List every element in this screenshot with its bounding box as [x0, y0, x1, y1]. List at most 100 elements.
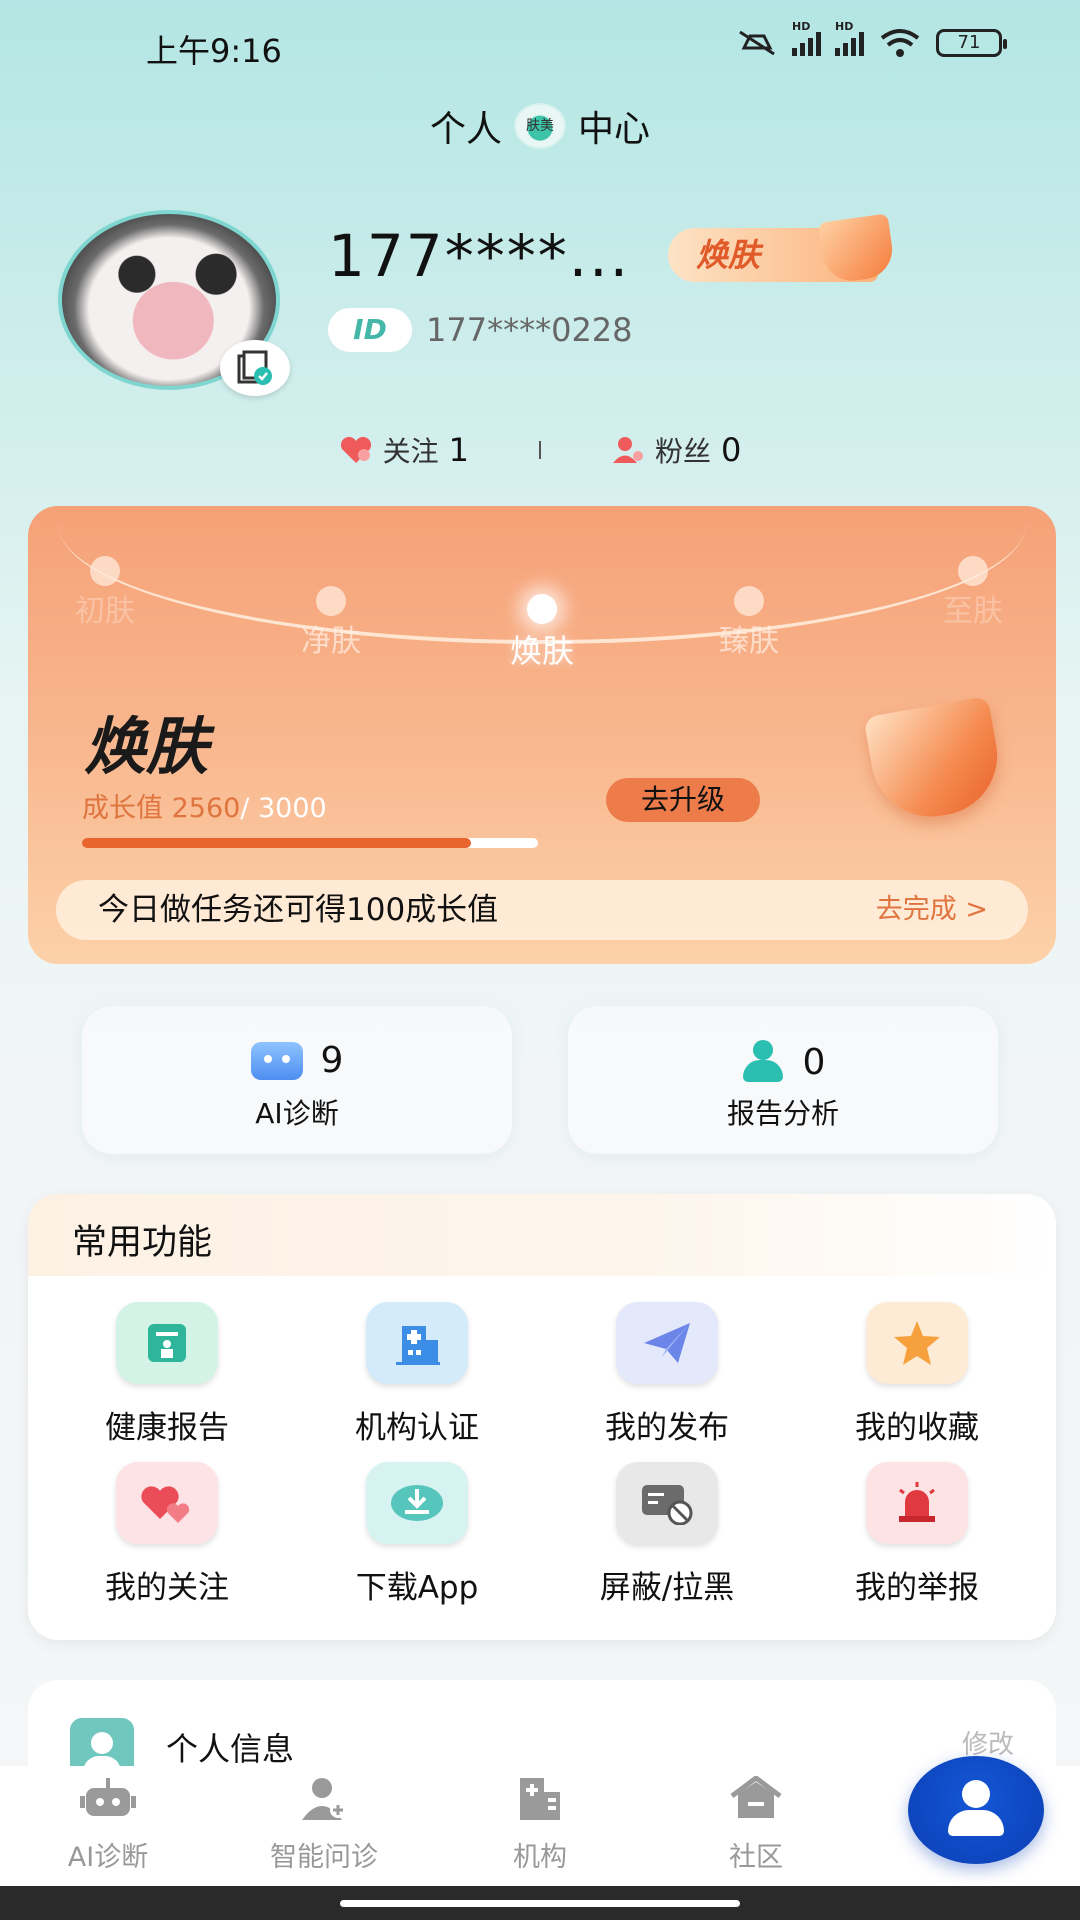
function-institution-cert[interactable]: 机构认证	[292, 1302, 542, 1447]
level-tag[interactable]: 焕肤	[668, 213, 896, 285]
id-label: ID	[328, 308, 412, 352]
functions-title: 常用功能	[72, 1223, 213, 1263]
wifi-icon	[880, 29, 920, 57]
trophy-icon	[863, 695, 1007, 827]
nav-label: 智能问诊	[270, 1842, 378, 1873]
level-card: 初肤 净肤 焕肤 臻肤 至肤 焕肤 成长值 2560/ 3000 去升级 今日做…	[28, 506, 1056, 964]
user-icon	[962, 1780, 990, 1808]
current-level: 焕肤	[84, 710, 209, 783]
stage-dot	[734, 586, 764, 616]
growth-progress-fill	[82, 838, 471, 848]
hearts-icon	[116, 1462, 218, 1544]
battery-icon: 71	[936, 29, 1007, 57]
function-label: 机构认证	[355, 1410, 479, 1446]
stage-label: 净肤	[301, 624, 361, 659]
stat-label: AI诊断	[255, 1097, 339, 1130]
building-icon	[520, 1778, 560, 1820]
function-label: 屏蔽/拉黑	[599, 1570, 735, 1606]
stage-label-active: 焕肤	[509, 632, 574, 670]
nav-ai-diagnosis[interactable]: AI诊断	[0, 1776, 216, 1874]
stage-dot	[90, 556, 120, 586]
nav-label: 机构	[513, 1842, 567, 1873]
paper-plane-icon	[616, 1302, 718, 1384]
username: 177****...	[328, 222, 631, 290]
nav-smart-consult[interactable]: 智能问诊	[216, 1776, 432, 1874]
star-icon	[866, 1302, 968, 1384]
function-label: 我的收藏	[855, 1410, 979, 1446]
function-my-follows[interactable]: 我的关注	[42, 1462, 292, 1607]
brand-logo: 肤美	[514, 103, 566, 149]
heart-icon	[340, 436, 371, 463]
fans-icon	[613, 437, 643, 463]
growth-progress-bar	[82, 838, 538, 848]
task-text: 今日做任务还可得100成长值	[98, 892, 499, 928]
following-link[interactable]: 关注 1	[339, 430, 469, 470]
stage-label: 初肤	[75, 594, 135, 629]
task-complete-link[interactable]: 去完成 >	[876, 880, 988, 940]
report-icon	[116, 1302, 218, 1384]
status-time: 上午9:16	[146, 32, 282, 70]
function-label: 我的关注	[105, 1570, 229, 1606]
block-icon	[616, 1462, 718, 1544]
stage-dot	[316, 586, 346, 616]
fans-link[interactable]: 粉丝 0	[611, 430, 741, 470]
following-count: 1	[448, 431, 469, 469]
personal-info-label: 个人信息	[166, 1730, 295, 1768]
function-my-posts[interactable]: 我的发布	[542, 1302, 792, 1447]
fans-label: 粉丝	[655, 435, 712, 468]
mute-icon	[739, 30, 775, 56]
home-indicator[interactable]	[340, 1900, 740, 1907]
nav-community[interactable]: 社区	[648, 1774, 864, 1874]
function-label: 下载App	[355, 1570, 479, 1606]
stat-report-analysis[interactable]: 0 报告分析	[568, 1006, 998, 1154]
home-icon	[730, 1774, 782, 1818]
nav-institution[interactable]: 机构	[432, 1776, 648, 1874]
hospital-icon	[366, 1302, 468, 1384]
doctor-icon	[302, 1778, 346, 1820]
signal-icon: HD	[792, 20, 821, 56]
robot-icon	[80, 1778, 136, 1816]
stat-ai-diagnosis[interactable]: 9 AI诊断	[82, 1006, 512, 1154]
alarm-icon	[866, 1462, 968, 1544]
status-bar: 上午9:16 HD HD 71	[0, 0, 1080, 96]
page-title-left: 个人	[429, 109, 502, 150]
common-functions-card: 常用功能 健康报告 机构认证 我的发布 我的收藏 我的关注 下载App 屏蔽/拉…	[28, 1194, 1056, 1640]
function-health-report[interactable]: 健康报告	[42, 1302, 292, 1447]
following-label: 关注	[382, 435, 439, 468]
nav-label: AI诊断	[67, 1842, 149, 1873]
robot-icon	[250, 1041, 303, 1080]
level-tag-label: 焕肤	[696, 236, 761, 274]
divider	[539, 441, 541, 459]
gesture-bar	[0, 1886, 1080, 1920]
function-download-app[interactable]: 下载App	[292, 1462, 542, 1607]
fans-count: 0	[721, 431, 742, 469]
stat-value: 0	[802, 1041, 826, 1083]
growth-value: 成长值 2560/ 3000	[82, 793, 327, 824]
page-title: 个人 肤美 中心	[0, 100, 1080, 152]
stage-label: 臻肤	[719, 624, 779, 659]
function-label: 我的举报	[855, 1570, 979, 1606]
upgrade-button[interactable]: 去升级	[606, 778, 760, 822]
trophy-icon	[818, 213, 896, 285]
function-my-favorites[interactable]: 我的收藏	[792, 1302, 1042, 1447]
signal-icon: HD	[835, 20, 864, 56]
function-label: 健康报告	[105, 1410, 229, 1446]
stage-dot-active	[527, 594, 557, 624]
user-id: 177****0228	[426, 311, 633, 349]
stat-value: 9	[320, 1040, 344, 1081]
nav-label: 社区	[729, 1842, 783, 1873]
page-title-right: 中心	[578, 109, 651, 150]
follow-row: 关注 1 粉丝 0	[0, 430, 1080, 470]
nav-profile-button[interactable]	[908, 1756, 1044, 1864]
doctor-icon	[741, 1040, 785, 1084]
stage-dot	[958, 556, 988, 586]
task-banner[interactable]: 今日做任务还可得100成长值 去完成 >	[56, 880, 1028, 940]
function-label: 我的发布	[605, 1410, 729, 1446]
download-icon	[366, 1462, 468, 1544]
function-block-list[interactable]: 屏蔽/拉黑	[542, 1462, 792, 1607]
function-my-reports[interactable]: 我的举报	[792, 1462, 1042, 1607]
stat-label: 报告分析	[726, 1097, 839, 1130]
status-icons: HD HD 71	[736, 20, 1007, 58]
stage-label: 至肤	[943, 594, 1003, 629]
certification-badge-icon	[220, 340, 290, 396]
